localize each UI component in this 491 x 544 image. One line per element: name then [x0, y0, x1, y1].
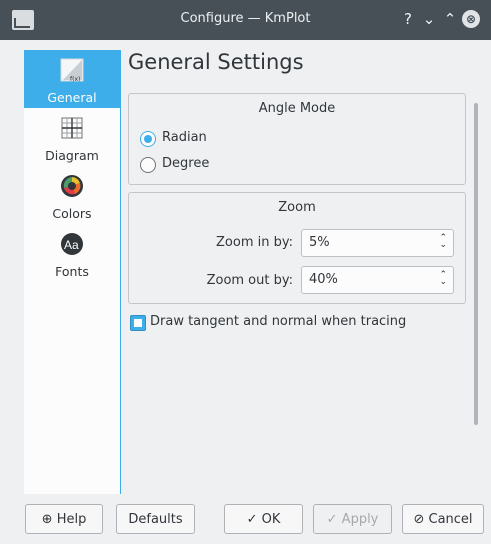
svg-text:f(x): f(x) [70, 76, 80, 83]
ok-button[interactable]: ✓ OK [224, 504, 303, 534]
help-label: Help [56, 512, 87, 527]
ok-label: OK [261, 512, 281, 527]
defaults-button[interactable]: Defaults [116, 504, 195, 534]
cancel-button[interactable]: ⊘ Cancel [402, 504, 484, 534]
zoom-out-label: Zoom out by: [206, 273, 293, 288]
close-button[interactable]: ⊗ [462, 10, 480, 28]
spin-arrows-icon[interactable]: ⌃ ⌄ [439, 234, 447, 250]
zoom-out-value: 40% [309, 272, 338, 287]
apply-button[interactable]: ✓ Apply [313, 504, 392, 534]
sidebar-item-general[interactable]: f(x) General [24, 50, 120, 108]
radian-label: Radian [162, 130, 207, 145]
sidebar-label-fonts: Fonts [55, 264, 89, 279]
help-button[interactable]: ⊕ Help [25, 504, 103, 534]
check-icon: ✓ [326, 512, 338, 527]
vertical-scrollbar[interactable] [474, 103, 478, 425]
sidebar-label-general: General [47, 90, 97, 105]
sidebar-item-diagram[interactable]: Diagram [24, 108, 120, 166]
cancel-icon: ⊘ [413, 512, 425, 527]
angle-mode-title: Angle Mode [258, 101, 336, 116]
zoom-group: Zoom Zoom in by: 5% ⌃ ⌄ Zoom out by: 40% … [128, 192, 466, 304]
check-icon: ✓ [246, 512, 258, 527]
svg-text:Aa: Aa [64, 238, 79, 252]
tracing-checkbox-label: Draw tangent and normal when tracing [150, 314, 407, 329]
cancel-label: Cancel [428, 512, 473, 527]
zoom-in-value: 5% [309, 235, 330, 250]
degree-radio[interactable] [140, 157, 156, 173]
tracing-checkbox[interactable] [130, 315, 146, 331]
zoom-title: Zoom [278, 200, 316, 215]
title-bar: Configure — KmPlot ? ⌄ ⌃ ⊗ [0, 0, 491, 40]
help-icon: ⊕ [41, 512, 53, 527]
minimize-button[interactable]: ⌄ [419, 9, 439, 29]
diagram-icon [61, 117, 83, 139]
spin-arrows-icon[interactable]: ⌃ ⌄ [439, 271, 447, 287]
page-title: General Settings [128, 50, 304, 74]
sidebar-item-fonts[interactable]: Aa Fonts [24, 224, 120, 282]
apply-label: Apply [341, 512, 379, 527]
maximize-button[interactable]: ⌃ [440, 9, 460, 29]
help-context-button[interactable]: ? [398, 9, 418, 29]
general-icon: f(x) [60, 58, 84, 83]
zoom-out-spinbox[interactable]: 40% ⌃ ⌄ [301, 266, 454, 294]
zoom-in-label: Zoom in by: [216, 235, 293, 250]
settings-sidebar: f(x) General Diagram Colors Aa Fonts [24, 50, 121, 494]
radian-radio[interactable] [140, 131, 156, 147]
sidebar-label-colors: Colors [52, 206, 92, 221]
angle-mode-group: Angle Mode Radian Degree [128, 93, 466, 185]
sidebar-item-colors[interactable]: Colors [24, 166, 120, 224]
colors-icon [61, 175, 83, 197]
sidebar-label-diagram: Diagram [45, 148, 99, 163]
fonts-icon: Aa [61, 233, 83, 255]
degree-label: Degree [162, 156, 210, 171]
zoom-in-spinbox[interactable]: 5% ⌃ ⌄ [301, 229, 454, 257]
